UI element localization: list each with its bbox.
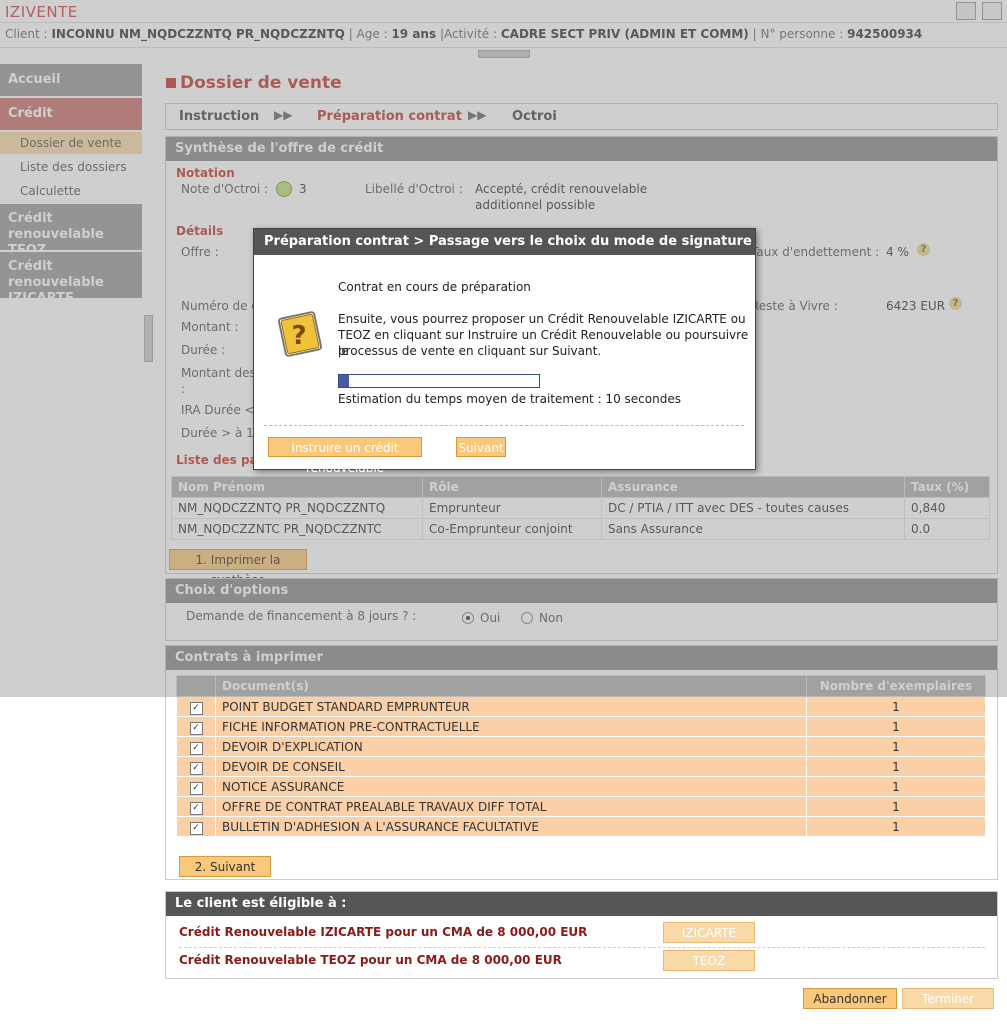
row-checkbox[interactable]: ✓ (176, 696, 216, 717)
checkbox-checked-icon: ✓ (189, 741, 203, 755)
cell: NOTICE ASSURANCE (215, 776, 807, 797)
eligible-title: Le client est éligible à : (166, 892, 997, 916)
cell: 1 (806, 796, 986, 817)
question-icon: ? (274, 309, 324, 359)
row-checkbox[interactable]: ✓ (176, 776, 216, 797)
documents-table: Document(s) Nombre d'exemplaires ✓ POINT… (176, 675, 986, 837)
eligible-izicarte-text: Crédit Renouvelable IZICARTE pour un CMA… (179, 925, 588, 939)
table-row: ✓ OFFRE DE CONTRAT PREALABLE TRAVAUX DIF… (176, 796, 986, 817)
cell: 1 (806, 736, 986, 757)
progress-bar (338, 374, 540, 388)
cell: 1 (806, 696, 986, 717)
teoz-button[interactable]: TEOZ (663, 950, 755, 971)
modal-title: Préparation contrat > Passage vers le ch… (254, 229, 755, 255)
cell: 1 (806, 756, 986, 777)
table-row: ✓ NOTICE ASSURANCE 1 (176, 776, 986, 797)
modal-estimate: Estimation du temps moyen de traitement … (338, 392, 681, 406)
cell: FICHE INFORMATION PRE-CONTRACTUELLE (215, 716, 807, 737)
cell: 1 (806, 776, 986, 797)
table-row: ✓ DEVOIR DE CONSEIL 1 (176, 756, 986, 777)
checkbox-checked-icon: ✓ (189, 701, 203, 715)
table-row: ✓ FICHE INFORMATION PRE-CONTRACTUELLE 1 (176, 716, 986, 737)
checkbox-checked-icon: ✓ (189, 821, 203, 835)
row-checkbox[interactable]: ✓ (176, 796, 216, 817)
row-checkbox[interactable]: ✓ (176, 816, 216, 837)
row-checkbox[interactable]: ✓ (176, 756, 216, 777)
svg-text:?: ? (291, 321, 306, 351)
checkbox-checked-icon: ✓ (189, 801, 203, 815)
progress-fill (339, 375, 349, 387)
row-checkbox[interactable]: ✓ (176, 736, 216, 757)
modal-divider (264, 425, 744, 426)
row-checkbox[interactable]: ✓ (176, 716, 216, 737)
eligible-teoz-text: Crédit Renouvelable TEOZ pour un CMA de … (179, 953, 562, 967)
instruire-credit-button[interactable]: Instruire un crédit renouvelable (268, 437, 422, 475)
table-row: ✓ BULLETIN D'ADHESION A L'ASSURANCE FACU… (176, 816, 986, 837)
next-button[interactable]: 2. Suivant (179, 856, 271, 877)
modal-status: Contrat en cours de préparation (338, 280, 531, 294)
divider (179, 947, 985, 948)
modal-suivant-button[interactable]: Suivant (456, 437, 506, 457)
checkbox-checked-icon: ✓ (189, 761, 203, 775)
terminer-button[interactable]: Terminer (902, 988, 994, 1009)
checkbox-checked-icon: ✓ (189, 781, 203, 795)
cell: POINT BUDGET STANDARD EMPRUNTEUR (215, 696, 807, 717)
izicarte-button[interactable]: IZICARTE (663, 922, 755, 943)
modal-line-1: Ensuite, vous pourrez proposer un Crédit… (338, 312, 746, 326)
cell: BULLETIN D'ADHESION A L'ASSURANCE FACULT… (215, 816, 807, 837)
modal-line-3: processus de vente en cliquant sur Suiva… (338, 344, 602, 358)
abandon-button[interactable]: Abandonner (803, 988, 897, 1009)
cell: OFFRE DE CONTRAT PREALABLE TRAVAUX DIFF … (215, 796, 807, 817)
cell: 1 (806, 816, 986, 837)
table-row: ✓ POINT BUDGET STANDARD EMPRUNTEUR 1 (176, 696, 986, 717)
eligible-section: Le client est éligible à : Crédit Renouv… (165, 891, 998, 979)
cell: DEVOIR D'EXPLICATION (215, 736, 807, 757)
cell: 1 (806, 716, 986, 737)
cell: DEVOIR DE CONSEIL (215, 756, 807, 777)
preparation-modal: Préparation contrat > Passage vers le ch… (253, 228, 756, 475)
checkbox-checked-icon: ✓ (189, 721, 203, 735)
table-row: ✓ DEVOIR D'EXPLICATION 1 (176, 736, 986, 757)
